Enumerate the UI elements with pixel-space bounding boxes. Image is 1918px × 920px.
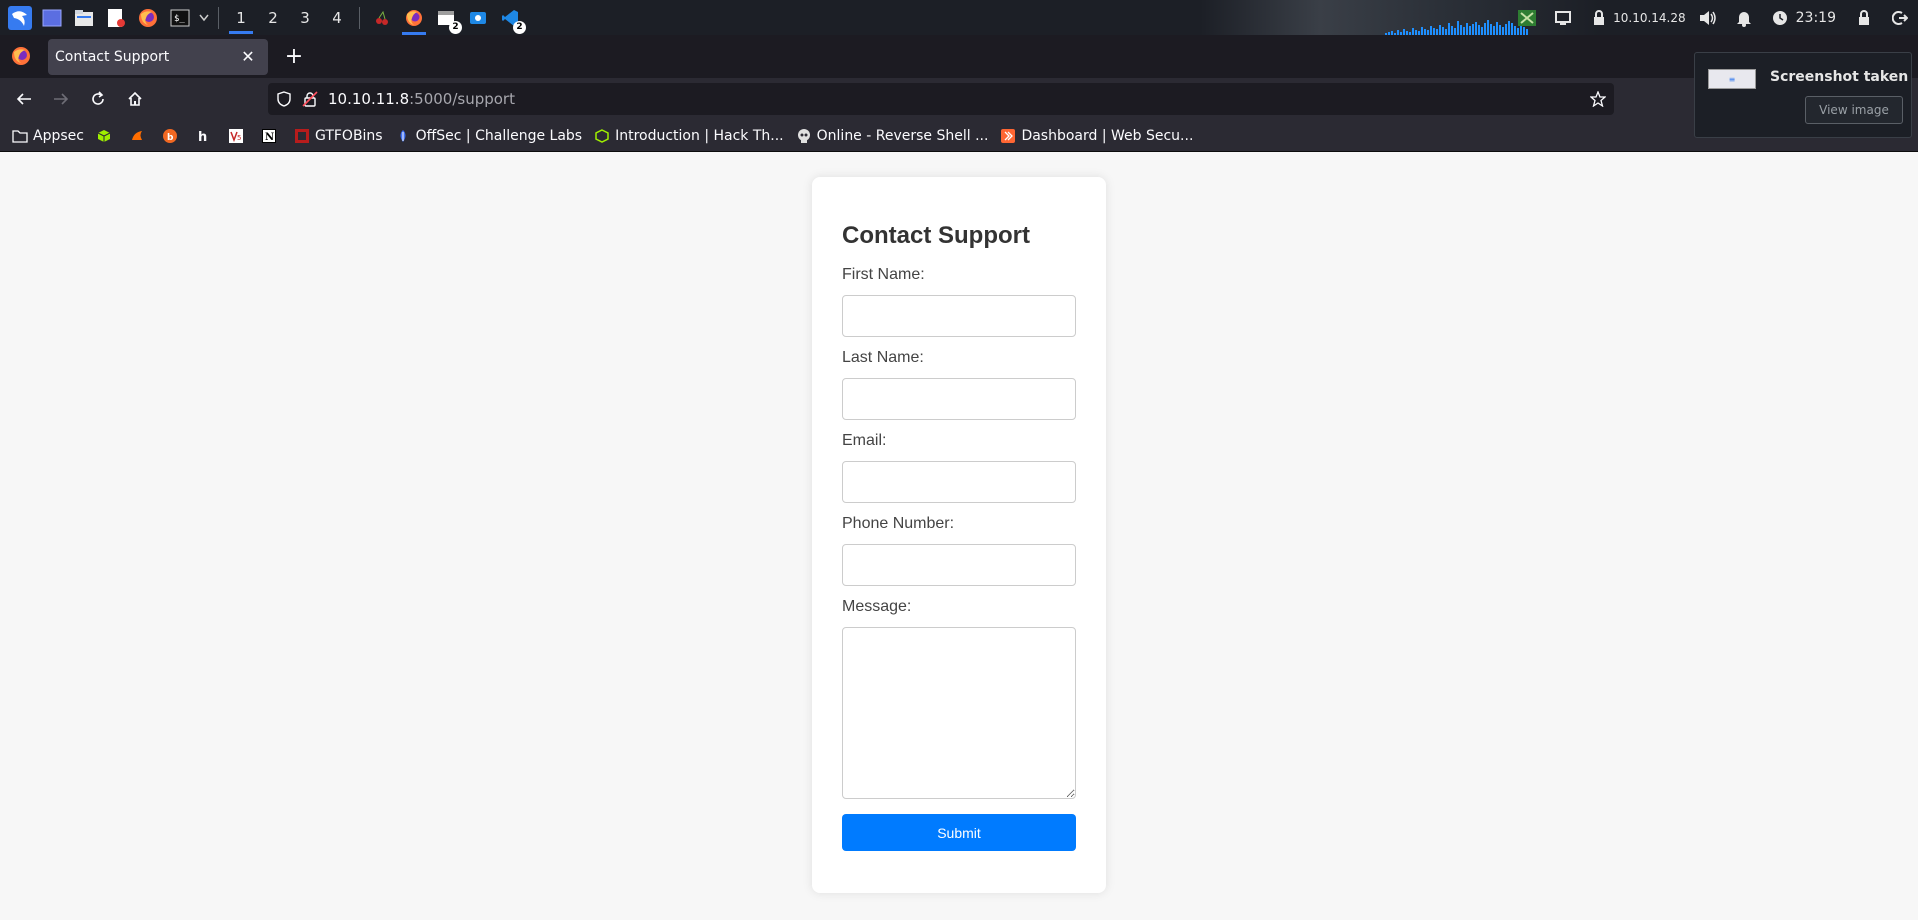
vscode-window-icon[interactable]: 2: [498, 6, 526, 34]
bookmark-bugcrowd[interactable]: b: [162, 128, 183, 144]
display-icon[interactable]: [1551, 6, 1575, 30]
taskbar-separator: [218, 6, 219, 29]
clock-time[interactable]: 23:19: [1796, 10, 1836, 26]
shield-icon[interactable]: [276, 91, 292, 107]
url-bar[interactable]: 10.10.11.8:5000/support: [268, 83, 1614, 115]
hackerone-icon: h: [195, 128, 211, 144]
screenshot-window-icon[interactable]: [466, 6, 490, 30]
folder-icon: [12, 128, 28, 144]
email-label: Email:: [842, 432, 887, 449]
screenshot-notification: ≡ Screenshot taken View image: [1694, 52, 1912, 138]
taskbar-separator: [359, 6, 360, 29]
hackthebox-icon: [594, 128, 610, 144]
url-path: :5000/support: [409, 90, 515, 108]
file-manager-icon[interactable]: [72, 6, 96, 30]
workspace-3[interactable]: 3: [289, 0, 321, 35]
firefox-view-icon[interactable]: [10, 45, 32, 67]
cherrytree-window-icon[interactable]: [370, 6, 394, 30]
chevron-down-icon[interactable]: [198, 6, 210, 30]
show-desktop-icon[interactable]: [40, 6, 64, 30]
bookmark-cube[interactable]: [96, 128, 117, 144]
bookmark-hackthebox[interactable]: Introduction | Hack Th...: [594, 128, 784, 144]
email-input[interactable]: [842, 461, 1076, 503]
svg-text:h: h: [198, 130, 207, 143]
forward-button[interactable]: [45, 83, 77, 115]
notion-icon: N: [261, 128, 277, 144]
bookmark-offsec[interactable]: OffSec | Challenge Labs: [395, 128, 582, 144]
firefox-launcher-icon[interactable]: [136, 6, 160, 30]
page-content: Contact Support First Name: Last Name: E…: [0, 152, 1918, 920]
workspace-4[interactable]: 4: [321, 0, 353, 35]
notification-bell-icon[interactable]: [1732, 6, 1756, 30]
lock-screen-icon[interactable]: [1852, 6, 1876, 30]
ip-address-text: 10.10.14.28: [1613, 10, 1686, 25]
clock-icon: [1768, 6, 1792, 30]
vpn-status-icon[interactable]: [1515, 6, 1539, 30]
browser-tab-strip: Contact Support ✕ +: [0, 35, 1918, 78]
window-count-badge: 2: [449, 20, 462, 34]
first-name-label: First Name:: [842, 266, 925, 283]
bookmarks-toolbar: Appsec b h 5 N GTFOBins OffSec | Challen…: [0, 120, 1918, 152]
message-textarea[interactable]: [842, 627, 1076, 799]
text-editor-icon[interactable]: [104, 6, 128, 30]
bookmark-gtfobins[interactable]: GTFOBins: [294, 128, 383, 144]
svg-text:b: b: [167, 133, 174, 143]
new-tab-button[interactable]: +: [278, 41, 310, 73]
reload-button[interactable]: [82, 83, 114, 115]
kali-menu-icon[interactable]: [8, 5, 32, 30]
phone-number-label: Phone Number:: [842, 515, 955, 532]
gtfobins-icon: [294, 128, 310, 144]
notification-title: Screenshot taken: [1770, 69, 1909, 85]
logout-icon[interactable]: [1888, 6, 1912, 30]
bookmark-vulnhub[interactable]: 5: [228, 128, 249, 144]
flame-icon: [129, 128, 145, 144]
vulnhub-icon: 5: [228, 128, 244, 144]
tab-title: Contact Support: [55, 48, 170, 65]
network-lock-icon[interactable]: [1587, 6, 1611, 30]
tab-contact-support[interactable]: Contact Support ✕: [48, 38, 268, 75]
bookmark-fire[interactable]: [129, 128, 150, 144]
bookmark-hackerone[interactable]: h: [195, 128, 216, 144]
terminal-window-icon[interactable]: 2: [434, 6, 462, 34]
back-button[interactable]: [8, 83, 40, 115]
bookmark-appsec-folder[interactable]: Appsec: [12, 128, 84, 144]
cube-icon: [96, 128, 112, 144]
close-tab-icon[interactable]: ✕: [238, 47, 258, 67]
bookmark-star-icon[interactable]: [1590, 91, 1606, 107]
bugcrowd-icon: b: [162, 128, 178, 144]
bookmark-notion[interactable]: N: [261, 128, 282, 144]
bookmark-portswigger[interactable]: Dashboard | Web Secu...: [1000, 128, 1193, 144]
svg-text:N: N: [265, 132, 274, 143]
workspace-2[interactable]: 2: [257, 0, 289, 35]
contact-support-form: Contact Support First Name: Last Name: E…: [812, 177, 1106, 893]
svg-text:5: 5: [237, 134, 241, 142]
firefox-window-icon[interactable]: [402, 6, 426, 35]
terminal-icon[interactable]: $_: [168, 6, 192, 30]
window-count-badge: 2: [513, 20, 526, 34]
first-name-input[interactable]: [842, 295, 1076, 337]
bookmark-reverse-shell[interactable]: Online - Reverse Shell ...: [796, 128, 988, 144]
last-name-label: Last Name:: [842, 349, 924, 366]
insecure-lock-icon[interactable]: [302, 91, 318, 107]
screenshot-thumbnail-icon: ≡: [1708, 69, 1756, 89]
message-label: Message:: [842, 598, 912, 615]
workspace-1[interactable]: 1: [225, 0, 257, 35]
form-title: Contact Support: [842, 222, 1030, 249]
phone-number-input[interactable]: [842, 544, 1076, 586]
skull-icon: [796, 128, 812, 144]
offsec-icon: [395, 128, 411, 144]
portswigger-icon: [1000, 128, 1016, 144]
submit-button[interactable]: Submit: [842, 814, 1076, 851]
last-name-input[interactable]: [842, 378, 1076, 420]
svg-text:$_: $_: [174, 14, 185, 24]
home-button[interactable]: [119, 83, 151, 115]
url-host: 10.10.11.8: [328, 90, 410, 108]
volume-icon[interactable]: [1696, 6, 1720, 30]
view-image-button[interactable]: View image: [1805, 96, 1903, 124]
desktop-taskbar: $_ 1 2 3 4 2 2 10.10.14.28 23:19: [0, 0, 1918, 35]
browser-navigation-bar: 10.10.11.8:5000/support: [0, 78, 1918, 120]
